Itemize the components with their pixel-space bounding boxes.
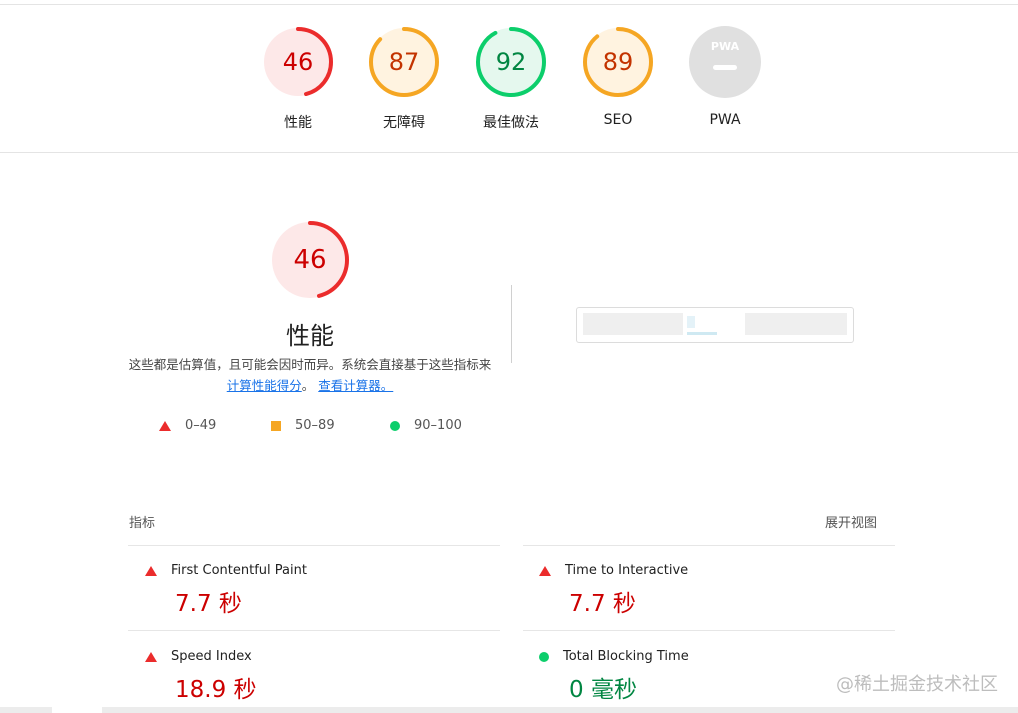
metric-divider — [523, 630, 895, 631]
gauge-label: 无障碍 — [383, 115, 425, 131]
metric-value: 18.9 秒 — [175, 677, 257, 703]
screenshot-block — [687, 316, 695, 328]
metric-time-to-interactive: Time to Interactive 7.7 秒 — [539, 563, 688, 618]
metric-value: 7.7 秒 — [175, 591, 242, 617]
expand-view-toggle[interactable]: 展开视图 — [825, 512, 877, 531]
legend-range: 0–49 — [185, 418, 217, 433]
scrollbar-thumb[interactable] — [52, 707, 102, 713]
metric-divider — [128, 545, 500, 546]
metric-name: Time to Interactive — [565, 563, 689, 578]
average-square-icon — [271, 420, 281, 431]
screenshot-block — [583, 313, 683, 335]
gauge-best-practices[interactable]: 92 最佳做法 — [475, 26, 547, 132]
gauge-pwa[interactable]: PWA PWA — [689, 26, 761, 128]
section-vertical-divider — [511, 285, 512, 363]
gauge-score: 87 — [388, 48, 420, 76]
screenshot-block — [687, 332, 717, 335]
top-divider — [0, 4, 1018, 5]
view-calculator-link[interactable]: 查看计算器。 — [318, 378, 393, 393]
metrics-header: 指标 — [129, 516, 156, 531]
watermark: @稀土掘金技术社区 — [836, 674, 998, 695]
final-screenshot-thumbnail[interactable] — [576, 307, 854, 343]
legend-pass: 90–100 — [390, 418, 462, 433]
metric-name: First Contentful Paint — [171, 563, 307, 578]
metric-first-contentful-paint: First Contentful Paint 7.7 秒 — [145, 563, 307, 618]
gauge-seo[interactable]: 89 SEO — [582, 26, 654, 128]
pwa-badge-text: PWA — [711, 40, 740, 53]
legend-range: 50–89 — [295, 418, 335, 433]
performance-title: 性能 — [286, 322, 334, 350]
metric-total-blocking-time: Total Blocking Time 0 毫秒 — [539, 649, 689, 704]
gauge-label: 性能 — [284, 115, 312, 131]
fail-triangle-icon — [145, 651, 157, 662]
metric-divider — [128, 630, 500, 631]
gauge-label: SEO — [603, 112, 633, 128]
performance-gauge: 46 — [270, 220, 350, 300]
screenshot-block — [745, 313, 847, 335]
gauge-label: PWA — [709, 112, 741, 128]
description-separator: 。 — [301, 378, 315, 393]
horizontal-scrollbar[interactable] — [0, 707, 1018, 713]
metric-name: Speed Index — [171, 649, 252, 664]
fail-triangle-icon — [145, 565, 157, 576]
metric-name: Total Blocking Time — [563, 649, 689, 664]
calc-score-link[interactable]: 计算性能得分 — [227, 378, 302, 393]
metric-divider — [523, 545, 895, 546]
metric-speed-index: Speed Index 18.9 秒 — [145, 649, 257, 704]
performance-score: 46 — [293, 245, 327, 275]
legend-average: 50–89 — [271, 418, 335, 433]
legend-fail: 0–49 — [159, 418, 216, 433]
performance-description: 这些都是估算值，且可能会因时而异。系统会直接基于这些指标来计算性能得分。 查看计… — [125, 354, 495, 396]
summary-divider — [0, 152, 1018, 153]
gauge-score: 92 — [495, 48, 527, 76]
pass-circle-icon — [390, 420, 400, 431]
gauge-score: 46 — [282, 48, 314, 76]
gauge-performance[interactable]: 46 性能 — [262, 26, 334, 132]
fail-triangle-icon — [159, 420, 171, 431]
description-text: 这些都是估算值，且可能会因时而异。系统会直接基于这些指标来 — [128, 357, 492, 372]
legend-range: 90–100 — [414, 418, 462, 433]
pwa-badge-icon: PWA — [689, 26, 761, 98]
fail-triangle-icon — [539, 565, 551, 576]
gauge-label: 最佳做法 — [483, 115, 539, 131]
gauge-score: 89 — [602, 48, 634, 76]
metric-value: 0 毫秒 — [569, 677, 637, 703]
metric-value: 7.7 秒 — [569, 591, 636, 617]
gauge-accessibility[interactable]: 87 无障碍 — [368, 26, 440, 132]
pass-circle-icon — [539, 651, 549, 662]
